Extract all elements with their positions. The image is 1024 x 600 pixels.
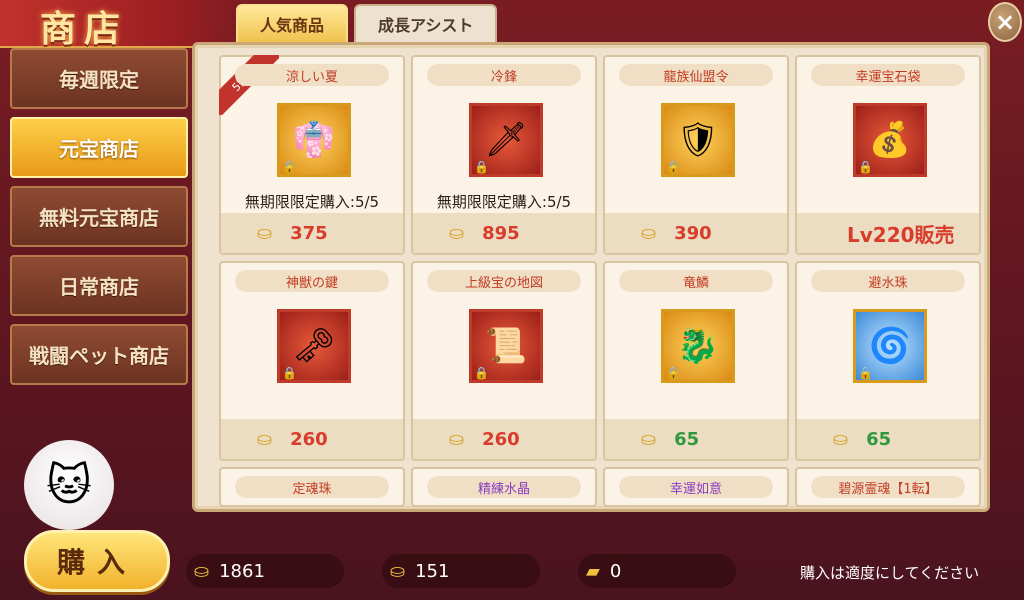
sidebar: 毎週限定 元宝商店 無料元宝商店 日常商店 戦闘ペット商店 [10, 48, 188, 393]
close-button[interactable]: × [988, 2, 1022, 42]
price-value: 390 [674, 222, 712, 244]
price-bar: ⛀ 260 [413, 419, 595, 459]
product-card[interactable]: 竜鱗 🐉 🔒 ⛀ 65 [603, 261, 789, 461]
product-name: 幸運宝石袋 [811, 64, 965, 86]
tab-bar: 人気商品 成長アシスト [236, 4, 498, 44]
close-icon: × [994, 8, 1016, 36]
buy-button[interactable]: 購入 [24, 530, 170, 592]
product-card[interactable]: 上級宝の地図 📜 🔒 ⛀ 260 [411, 261, 597, 461]
purchase-limit: 無期限限定購入:5/5 [244, 193, 380, 211]
product-card[interactable]: 避水珠 🌀 🔒 ⛀ 65 [795, 261, 981, 461]
map-icon: 📜 🔒 [469, 309, 543, 383]
lock-icon: 🔒 [282, 366, 297, 380]
lock-icon: 🔒 [474, 160, 489, 174]
bottom-bar: 購入 ⛀ 1861 ⛀ 151 ▰ 0 購入は適度にしてください [0, 530, 1024, 600]
blue-outfit-icon: 👘 🔒 [277, 103, 351, 177]
sidebar-item-daily-shop[interactable]: 日常商店 [10, 255, 188, 316]
tab-growth-assist[interactable]: 成長アシスト [354, 4, 498, 44]
product-name: 碧源霊魂【1転】 [811, 476, 965, 498]
product-name: 龍族仙盟令 [619, 64, 773, 86]
product-name: 避水珠 [811, 270, 965, 292]
price-bar: Lv220販売 [797, 213, 979, 253]
purchase-limit: 無期限限定購入:5/5 [436, 193, 572, 211]
silver-ingot-icon: ⛀ [390, 560, 406, 582]
price-bar: ⛀ 390 [605, 213, 787, 253]
tab-popular[interactable]: 人気商品 [236, 4, 349, 44]
price-bar: ⛀ 895 [413, 213, 595, 253]
product-card[interactable]: 幸運如意 [603, 467, 789, 507]
currency-ingot-silver: ⛀ 151 [382, 554, 540, 588]
price-bar: ⛀ 375 [221, 213, 403, 253]
lock-icon: 🔒 [282, 160, 297, 174]
product-card[interactable]: 5割引 涼しい夏 👘🔒 無期限限定購入:5/5 ⛀ 375 [219, 55, 405, 255]
ingot-icon: ⛀ [449, 222, 465, 244]
price-value: 260 [482, 428, 520, 450]
sidebar-item-yuanbao-shop[interactable]: 元宝商店 [10, 117, 188, 178]
product-card[interactable]: 龍族仙盟令 🛡 🔒 ⛀ 390 [603, 55, 789, 255]
product-card[interactable]: 冷鋒 🗡 🔒 無期限限定購入:5/5 ⛀ 895 [411, 55, 597, 255]
product-card[interactable]: 碧源霊魂【1転】 [795, 467, 981, 507]
key-icon: 🗝 🔒 [277, 309, 351, 383]
price-value: 895 [482, 222, 520, 244]
product-card[interactable]: 精練水晶 [411, 467, 597, 507]
currency-value: 151 [415, 560, 450, 582]
product-grid: 5割引 涼しい夏 👘🔒 無期限限定購入:5/5 ⛀ 375 冷鋒 🗡🔒 無期限限… [219, 55, 981, 507]
product-name: 精練水晶 [427, 476, 581, 498]
ingot-icon: ⛀ [641, 428, 657, 450]
page-title: 商店 [40, 9, 129, 50]
ingot-icon: ⛀ [641, 222, 657, 244]
price-value: 260 [290, 428, 328, 450]
lock-icon: 🔒 [474, 366, 489, 380]
product-name: 涼しい夏 [235, 64, 389, 86]
lock-icon: 🔒 [858, 366, 873, 380]
price-value: 65 [866, 428, 892, 450]
price-bar: ⛀ 65 [605, 419, 787, 459]
gem-bag-icon: 💰 🔒 [853, 103, 927, 177]
lock-icon: 🔒 [858, 160, 873, 174]
sidebar-item-battle-pet-shop[interactable]: 戦闘ペット商店 [10, 324, 188, 385]
price-value: 375 [290, 222, 328, 244]
currency-gold-bar: ▰ 0 [578, 554, 736, 588]
ingot-icon: ⛀ [257, 222, 273, 244]
dragon-scale-icon: 🐉 🔒 [661, 309, 735, 383]
ingot-icon: ⛀ [257, 428, 273, 450]
purchase-hint: 購入は適度にしてください [800, 564, 980, 582]
product-name: 定魂珠 [235, 476, 389, 498]
price-bar: ⛀ 260 [221, 419, 403, 459]
currency-value: 0 [609, 560, 622, 582]
product-name: 神獣の鍵 [235, 270, 389, 292]
product-card[interactable]: 幸運宝石袋 💰 🔒 Lv220販売 [795, 55, 981, 255]
water-orb-icon: 🌀 🔒 [853, 309, 927, 383]
product-name: 幸運如意 [619, 476, 773, 498]
sidebar-item-free-yuanbao-shop[interactable]: 無料元宝商店 [10, 186, 188, 247]
product-card[interactable]: 定魂珠 [219, 467, 405, 507]
currency-ingot-gold: ⛀ 1861 [186, 554, 344, 588]
lock-icon: 🔒 [666, 160, 681, 174]
product-name: 上級宝の地図 [427, 270, 581, 292]
currency-value: 1861 [219, 560, 265, 582]
product-card[interactable]: 神獣の鍵 🗝 🔒 ⛀ 260 [219, 261, 405, 461]
price-bar: ⛀ 65 [797, 419, 979, 459]
sword-icon: 🗡 🔒 [469, 103, 543, 177]
lock-icon: 🔒 [666, 366, 681, 380]
product-name: 冷鋒 [427, 64, 581, 86]
price-value: 65 [674, 428, 700, 450]
ingot-icon: ⛀ [833, 428, 849, 450]
product-panel: 5割引 涼しい夏 👘🔒 無期限限定購入:5/5 ⛀ 375 冷鋒 🗡🔒 無期限限… [192, 42, 990, 512]
ingot-icon: ⛀ [449, 428, 465, 450]
gold-ingot-icon: ⛀ [194, 560, 210, 582]
product-name: 竜鱗 [619, 270, 773, 292]
gold-bar-icon: ▰ [586, 560, 600, 582]
level-requirement: Lv220販売 [847, 222, 955, 247]
sidebar-item-weekly-limited[interactable]: 毎週限定 [10, 48, 188, 109]
token-icon: 🛡 🔒 [661, 103, 735, 177]
lucky-cat-mascot: 🐱 [24, 440, 114, 530]
